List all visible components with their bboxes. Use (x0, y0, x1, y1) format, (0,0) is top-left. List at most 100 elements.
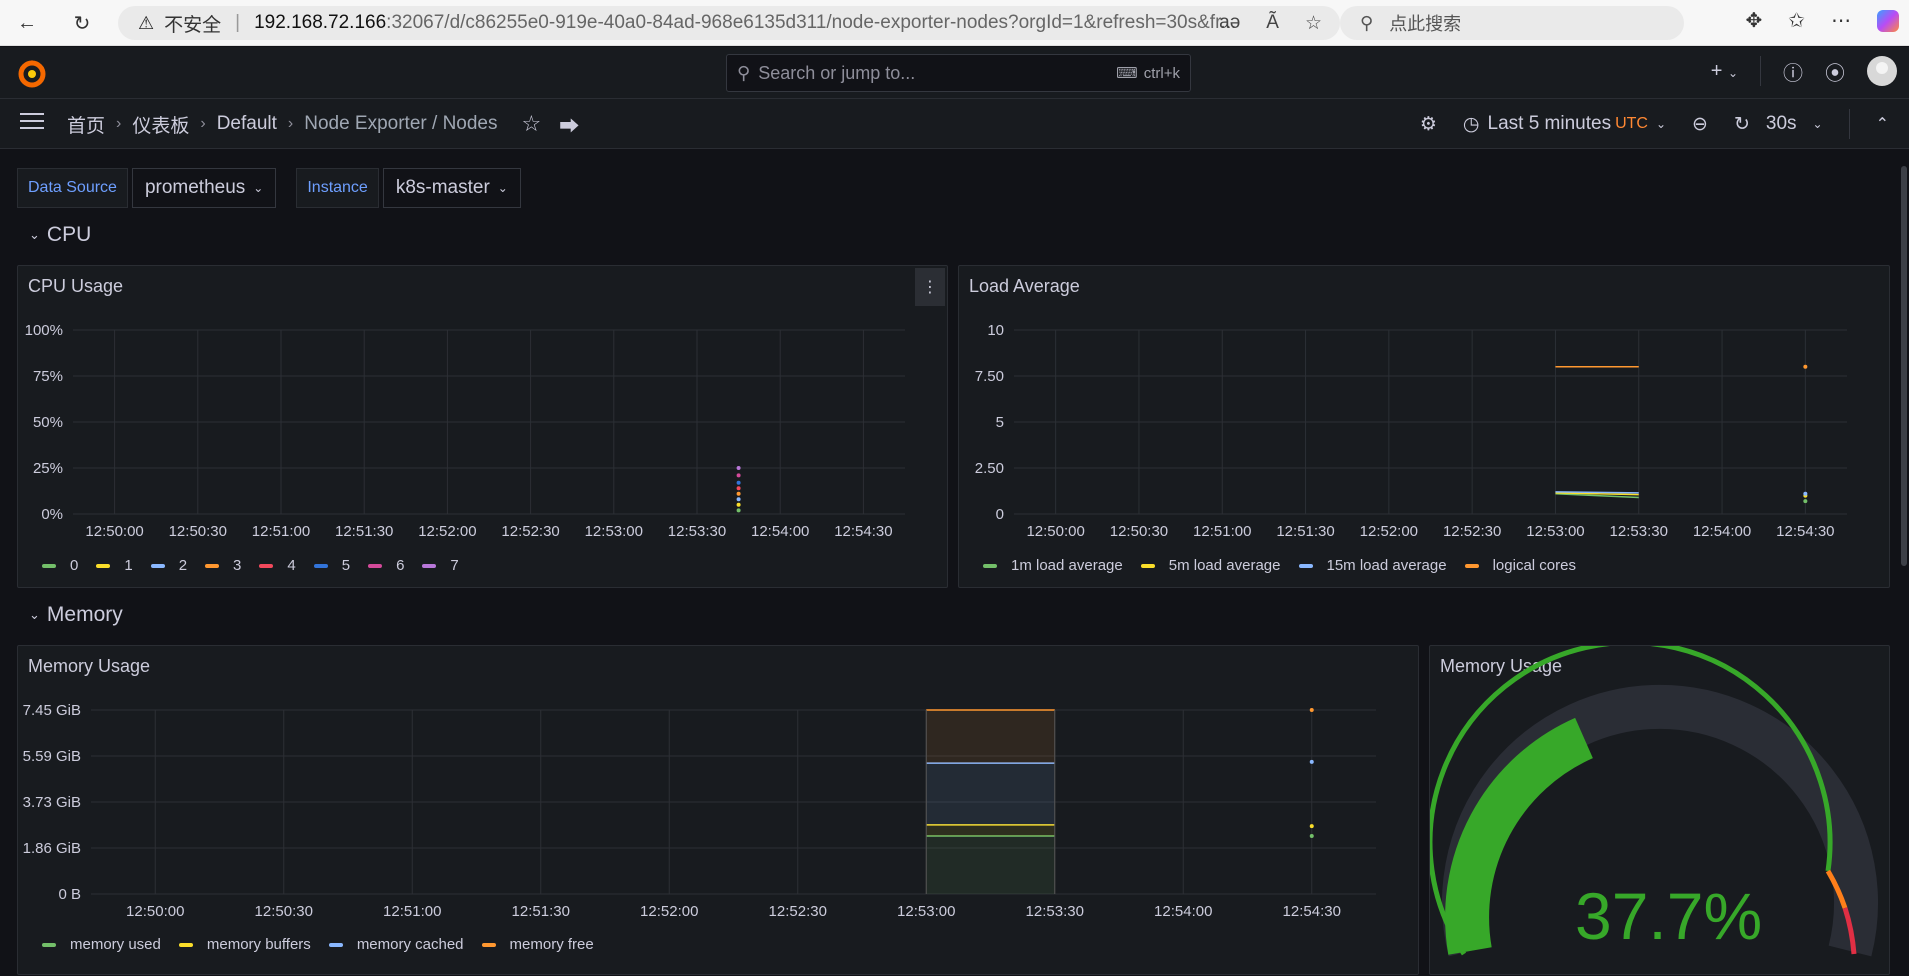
legend-item[interactable]: 3 (205, 557, 241, 574)
x-tick-label: 12:52:30 (769, 903, 827, 920)
legend-item[interactable]: memory buffers (178, 936, 311, 953)
legend-item[interactable]: 2 (150, 557, 187, 574)
time-picker[interactable]: ◷ Last 5 minutes UTC ⌄ (1463, 113, 1666, 136)
timezone-label: UTC (1615, 115, 1648, 132)
legend-label: 1 (124, 557, 133, 574)
legend-label: 15m load average (1326, 557, 1447, 574)
grafana-logo-icon[interactable] (16, 58, 48, 90)
row-cpu-title: CPU (46, 223, 92, 246)
chevron-down-icon: ⌄ (29, 607, 40, 622)
panel-cpu-usage[interactable]: CPU Usage ⋮ 100% 75% 50% 25% 0% 12:50:00 12:50… (17, 265, 948, 588)
legend-item[interactable]: 6 (368, 557, 404, 574)
zoom-out-icon[interactable]: ⊖ (1692, 113, 1708, 136)
x-tick-label: 12:53:00 (585, 523, 643, 540)
legend-item[interactable]: 1m load average (983, 557, 1123, 574)
y-tick-label: 25% (33, 460, 63, 477)
data-point (1803, 364, 1808, 369)
legend-label: 7 (450, 557, 459, 574)
insecure-label: 不安全 (164, 14, 222, 36)
translate-icon[interactable]: aə (1219, 12, 1240, 34)
legend-item[interactable]: 7 (422, 557, 459, 574)
panel-memory-usage[interactable]: Memory Usage 7.45 GiB 5.59 GiB 3.73 GiB 1.8… (17, 645, 1419, 975)
address-bar[interactable]: ⚠ 不安全 | 192.168.72.166:32067/d/c86255e0-… (118, 6, 1340, 40)
browser-search-box[interactable]: ⚲ 点此搜索 (1340, 6, 1684, 40)
refresh-button[interactable]: ↻ 30s ⌄ (1734, 113, 1823, 136)
panel-memory-gauge[interactable]: Memory Usage 37.7% (1429, 645, 1890, 975)
favorite-star-icon[interactable]: ☆ (1305, 12, 1322, 35)
chevron-down-icon: ⌄ (1655, 117, 1667, 131)
more-icon[interactable]: ⋯ (1831, 8, 1851, 33)
refresh-interval: 30s (1765, 113, 1797, 134)
legend-swatch (150, 563, 165, 568)
divider (1760, 56, 1761, 86)
data-point (736, 491, 741, 496)
breadcrumb-folder[interactable]: Default (217, 113, 277, 135)
search-input[interactable]: ⚲ Search or jump to... ⌨ ctrl+k (726, 54, 1191, 92)
legend-item[interactable]: 4 (259, 557, 296, 574)
instance-value: k8s-master (395, 177, 490, 198)
legend-item[interactable]: logical cores (1464, 557, 1576, 574)
browser-toolbar: ← ↻ ⚠ 不安全 | 192.168.72.166:32067/d/c8625… (0, 0, 1909, 46)
url-path: :32067/d/c86255e0-919e-40a0-84ad-968e613… (386, 12, 1237, 33)
legend-label: memory buffers (206, 936, 311, 953)
x-tick-label: 12:53:30 (1610, 523, 1668, 540)
extensions-icon[interactable]: ✥ (1745, 8, 1762, 33)
star-icon[interactable]: ☆ (521, 111, 541, 137)
back-icon[interactable]: ← (12, 8, 42, 38)
x-tick-label: 12:54:00 (751, 523, 809, 540)
legend-item[interactable]: 5 (313, 557, 350, 574)
variable-label-datasource: Data Source (17, 168, 128, 208)
favorites-icon[interactable]: ✩ (1788, 8, 1805, 33)
data-point (736, 473, 741, 478)
data-point (1309, 833, 1314, 838)
legend-swatch (259, 563, 274, 568)
x-tick-label: 12:54:00 (1154, 903, 1212, 920)
legend-item[interactable]: memory cached (328, 936, 464, 953)
chart-legend: memory used memory buffers memory cached me… (42, 936, 594, 953)
x-tick-label: 12:53:00 (897, 903, 955, 920)
legend-label: 3 (233, 557, 242, 574)
reload-icon[interactable]: ↻ (67, 8, 97, 38)
x-tick-label: 12:53:00 (1526, 523, 1584, 540)
news-feed-icon[interactable]: ⦿ (1825, 57, 1845, 86)
x-tick-label: 12:51:00 (1193, 523, 1251, 540)
add-new-button[interactable]: + ⌄ (1711, 60, 1738, 83)
legend-item[interactable]: 1 (96, 557, 133, 574)
page-scrollbar[interactable] (1901, 166, 1907, 566)
y-tick-label: 0% (41, 506, 63, 523)
read-aloud-icon[interactable]: Ã (1266, 12, 1279, 34)
avatar[interactable] (1867, 56, 1897, 86)
legend-swatch (42, 942, 56, 947)
y-tick-label: 10 (987, 322, 1004, 339)
help-icon[interactable]: ⓘ (1783, 57, 1803, 86)
legend-item[interactable]: 5m load average (1140, 557, 1281, 574)
menu-icon[interactable] (20, 113, 44, 133)
breadcrumb-home[interactable]: 首页 (67, 111, 105, 138)
chevron-right-icon: › (116, 115, 122, 132)
variable-label-instance: Instance (296, 168, 379, 208)
data-point (1309, 708, 1314, 712)
template-variables: Data Source prometheus ⌄ Instance k8s-mas… (17, 168, 521, 208)
datasource-select[interactable]: prometheus ⌄ (131, 168, 277, 208)
row-cpu[interactable]: ⌄ CPU (29, 223, 91, 247)
row-memory[interactable]: ⌄ Memory (29, 603, 123, 627)
legend-swatch (983, 563, 997, 568)
legend-label: 6 (396, 557, 405, 574)
legend-swatch (328, 942, 343, 947)
row-memory-title: Memory (46, 603, 123, 626)
breadcrumb-dashboards[interactable]: 仪表板 (132, 111, 189, 138)
legend-item[interactable]: 0 (42, 557, 78, 574)
legend-swatch (1464, 563, 1479, 568)
legend-swatch (205, 563, 220, 568)
copilot-icon[interactable] (1877, 9, 1899, 32)
share-icon[interactable]: ⮕ (559, 110, 579, 139)
collapse-icon[interactable]: ⌃ (1876, 114, 1889, 134)
chevron-right-icon: › (200, 115, 206, 132)
legend-item[interactable]: 15m load average (1298, 557, 1447, 574)
settings-icon[interactable]: ⚙ (1420, 113, 1437, 136)
panel-load-average[interactable]: Load Average 10 7.50 5 2.50 0 12:50:00 12:50:3… (958, 265, 1890, 588)
legend-item[interactable]: memory used (42, 936, 161, 953)
legend-item[interactable]: memory free (481, 936, 594, 953)
x-tick-label: 12:50:30 (255, 903, 313, 920)
instance-select[interactable]: k8s-master ⌄ (382, 168, 521, 208)
